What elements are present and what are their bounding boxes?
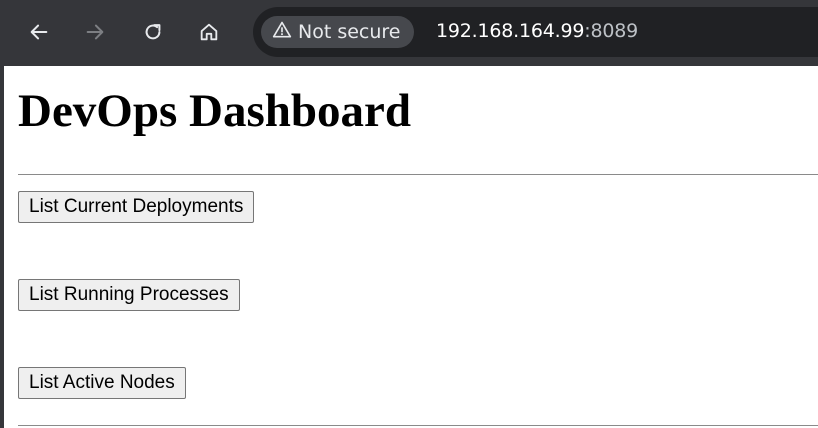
- arrow-right-icon: [84, 21, 106, 43]
- address-bar[interactable]: Not secure 192.168.164.99:8089: [253, 7, 818, 57]
- arrow-left-icon: [28, 21, 50, 43]
- list-active-nodes-button[interactable]: List Active Nodes: [18, 367, 186, 399]
- reload-icon: [142, 21, 164, 43]
- forward-button[interactable]: [76, 13, 114, 51]
- home-button[interactable]: [190, 13, 228, 51]
- list-running-processes-button[interactable]: List Running Processes: [18, 279, 240, 311]
- security-chip[interactable]: Not secure: [261, 16, 414, 48]
- back-button[interactable]: [20, 13, 58, 51]
- divider-top: [18, 174, 818, 175]
- list-current-deployments-button[interactable]: List Current Deployments: [18, 191, 255, 223]
- divider-bottom: [18, 425, 818, 426]
- browser-toolbar: Not secure 192.168.164.99:8089: [0, 0, 818, 66]
- home-icon: [198, 21, 220, 43]
- page-title: DevOps Dashboard: [18, 85, 412, 137]
- url-host: 192.168.164.99: [436, 20, 585, 42]
- warning-triangle-icon: [272, 20, 292, 45]
- page-content: DevOps Dashboard List Current Deployment…: [0, 66, 818, 428]
- security-label: Not secure: [298, 21, 401, 43]
- url-port: :8089: [584, 20, 639, 42]
- reload-button[interactable]: [134, 13, 172, 51]
- url-text[interactable]: 192.168.164.99:8089: [436, 20, 638, 42]
